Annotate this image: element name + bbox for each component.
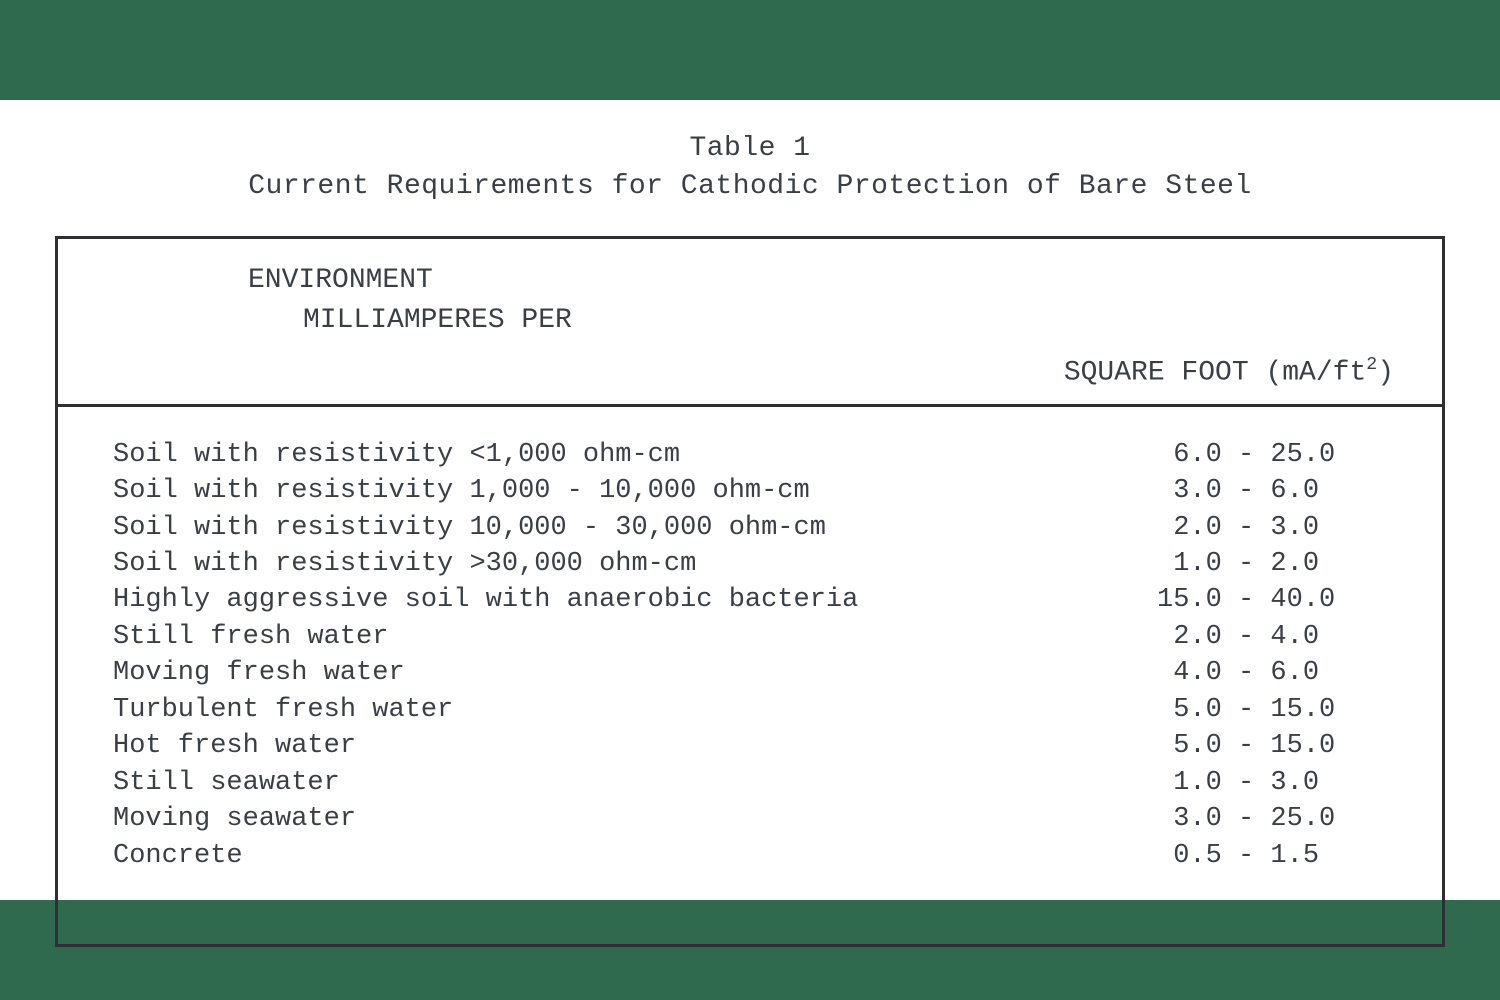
table-row: Highly aggressive soil with anaerobic ba… (113, 582, 1387, 618)
table-body: Soil with resistivity <1,000 ohm-cm 6.0 … (58, 407, 1442, 944)
environment-cell: Moving fresh water (113, 655, 405, 691)
value-cell: 5.0 - 15.0 (1157, 692, 1387, 728)
value-cell: 6.0 - 25.0 (1157, 437, 1387, 473)
table-row: Soil with resistivity >30,000 ohm-cm 1.0… (113, 546, 1387, 582)
environment-cell: Soil with resistivity <1,000 ohm-cm (113, 437, 680, 473)
table-row: Soil with resistivity 1,000 - 10,000 ohm… (113, 473, 1387, 509)
column-header-milliamperes: MILLIAMPERES PER (303, 301, 1402, 342)
column-header-environment: ENVIRONMENT (248, 261, 1402, 302)
table-row: Moving seawater 3.0 - 25.0 (113, 801, 1387, 837)
table-row: Moving fresh water 4.0 - 6.0 (113, 655, 1387, 691)
value-cell: 2.0 - 4.0 (1157, 619, 1387, 655)
environment-cell: Highly aggressive soil with anaerobic ba… (113, 582, 858, 618)
environment-cell: Hot fresh water (113, 728, 356, 764)
table-caption: Table 1 Current Requirements for Cathodi… (55, 130, 1445, 206)
environment-cell: Moving seawater (113, 801, 356, 837)
value-cell: 15.0 - 40.0 (1157, 582, 1387, 618)
value-cell: 0.5 - 1.5 (1157, 838, 1387, 874)
environment-cell: Concrete (113, 838, 243, 874)
value-cell: 5.0 - 15.0 (1157, 728, 1387, 764)
value-cell: 4.0 - 6.0 (1157, 655, 1387, 691)
table-row: Soil with resistivity 10,000 - 30,000 oh… (113, 510, 1387, 546)
table-row: Still seawater 1.0 - 3.0 (113, 765, 1387, 801)
unit-superscript: 2 (1366, 355, 1377, 375)
table-row: Soil with resistivity <1,000 ohm-cm 6.0 … (113, 437, 1387, 473)
value-cell: 1.0 - 2.0 (1157, 546, 1387, 582)
environment-cell: Still fresh water (113, 619, 388, 655)
document-page: Table 1 Current Requirements for Cathodi… (0, 100, 1500, 900)
value-cell: 1.0 - 3.0 (1157, 765, 1387, 801)
value-cell: 3.0 - 6.0 (1157, 473, 1387, 509)
unit-text: SQUARE FOOT (mA/ft (1064, 357, 1366, 388)
table-row: Still fresh water 2.0 - 4.0 (113, 619, 1387, 655)
table-header: ENVIRONMENT MILLIAMPERES PER SQUARE FOOT… (58, 239, 1442, 407)
table-row: Concrete 0.5 - 1.5 (113, 838, 1387, 874)
unit-close: ) (1377, 357, 1394, 388)
table-title: Current Requirements for Cathodic Protec… (55, 168, 1445, 206)
environment-cell: Still seawater (113, 765, 340, 801)
table-row: Hot fresh water 5.0 - 15.0 (113, 728, 1387, 764)
column-header-unit: SQUARE FOOT (mA/ft2) (98, 352, 1402, 394)
environment-cell: Soil with resistivity 1,000 - 10,000 ohm… (113, 473, 810, 509)
table-row: Turbulent fresh water 5.0 - 15.0 (113, 692, 1387, 728)
environment-cell: Soil with resistivity >30,000 ohm-cm (113, 546, 696, 582)
value-cell: 2.0 - 3.0 (1157, 510, 1387, 546)
value-cell: 3.0 - 25.0 (1157, 801, 1387, 837)
table-number: Table 1 (55, 130, 1445, 168)
cathodic-protection-table: ENVIRONMENT MILLIAMPERES PER SQUARE FOOT… (55, 236, 1445, 947)
environment-cell: Soil with resistivity 10,000 - 30,000 oh… (113, 510, 826, 546)
environment-cell: Turbulent fresh water (113, 692, 453, 728)
